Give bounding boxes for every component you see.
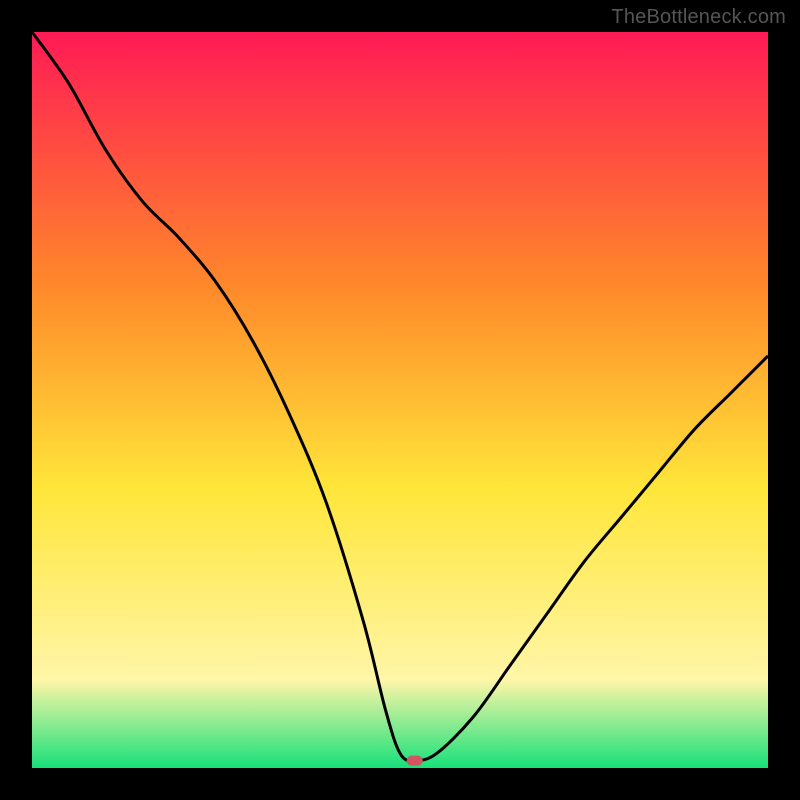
chart-frame: TheBottleneck.com: [0, 0, 800, 800]
plot-area: [32, 32, 768, 768]
optimum-marker: [407, 756, 423, 766]
watermark-text: TheBottleneck.com: [611, 6, 786, 29]
bottleneck-curve: [32, 32, 768, 768]
